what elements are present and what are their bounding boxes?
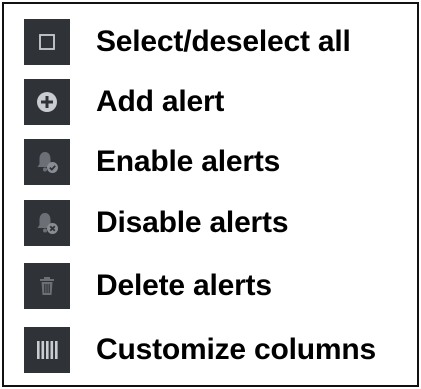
menu-item-label: Delete alerts <box>96 269 272 302</box>
menu-item-label: Add alert <box>96 85 225 118</box>
menu-item-label: Disable alerts <box>96 206 289 239</box>
menu-item-disable-alerts[interactable]: Disable alerts <box>24 200 419 246</box>
plus-circle-icon <box>24 79 70 125</box>
menu-item-delete-alerts[interactable]: Delete alerts <box>24 263 419 309</box>
menu-item-label: Select/deselect all <box>96 25 351 58</box>
menu-item-select-deselect-all[interactable]: Select/deselect all <box>24 19 419 65</box>
bell-check-icon <box>24 139 70 185</box>
trash-icon <box>24 263 70 309</box>
menu-item-label: Enable alerts <box>96 145 281 178</box>
bell-x-icon <box>24 200 70 246</box>
menu-item-enable-alerts[interactable]: Enable alerts <box>24 139 419 185</box>
checkbox-icon <box>24 19 70 65</box>
menu-item-customize-columns[interactable]: Customize columns <box>24 327 419 373</box>
columns-icon <box>24 327 70 373</box>
menu-item-label: Customize columns <box>96 333 376 366</box>
alerts-menu-panel: Select/deselect all Add alert Enable ale… <box>2 2 419 387</box>
menu-item-add-alert[interactable]: Add alert <box>24 79 419 125</box>
